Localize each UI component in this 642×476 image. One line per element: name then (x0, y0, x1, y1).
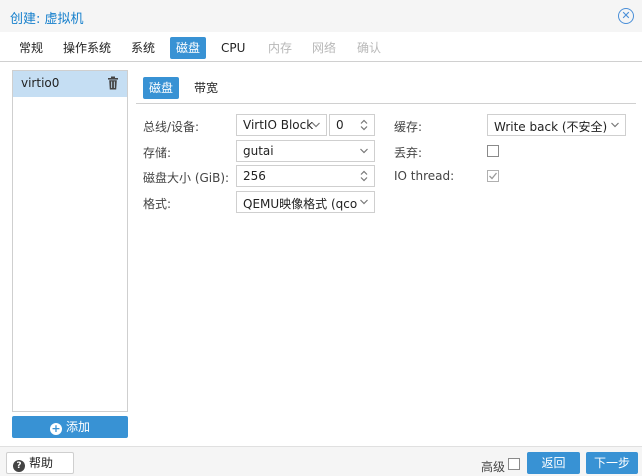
disk-subtabs: 磁盘 带宽 (136, 70, 636, 104)
discard-checkbox[interactable] (487, 145, 499, 157)
disk-item-label: virtio0 (21, 76, 60, 90)
format-value: QEMU映像格式 (qco (243, 197, 358, 211)
next-button[interactable]: 下一步 (586, 452, 638, 474)
tab-confirm: 确认 (357, 41, 382, 55)
discard-label: 丢弃: (394, 146, 423, 160)
chevron-down-icon (312, 122, 320, 128)
help-icon: ? (13, 460, 25, 472)
tab-os[interactable]: 操作系统 (57, 37, 117, 59)
tab-memory: 内存 (268, 41, 293, 55)
storage-label: 存储: (143, 146, 172, 160)
add-disk-button[interactable]: + 添加 (12, 416, 128, 438)
tab-network: 网络 (312, 41, 337, 55)
spinner-icon[interactable] (359, 118, 369, 132)
disk-list: virtio0 (12, 70, 128, 412)
advanced-checkbox[interactable] (508, 458, 520, 470)
tab-cpu[interactable]: CPU (215, 37, 251, 59)
bus-select[interactable]: VirtIO Block (236, 114, 327, 136)
chevron-down-icon (360, 199, 368, 205)
disk-list-item[interactable]: virtio0 (13, 71, 127, 97)
chevron-down-icon (611, 122, 619, 128)
tab-disk[interactable]: 磁盘 (170, 37, 207, 59)
spinner-icon[interactable] (359, 169, 369, 183)
cache-label: 缓存: (394, 120, 423, 134)
storage-select[interactable]: gutai (236, 140, 375, 162)
io-thread-label: IO thread: (394, 169, 455, 183)
dialog-footer: ? 帮助 高级 返回 下一步 (0, 446, 642, 476)
disk-size-stepper[interactable]: 256 (236, 165, 375, 187)
bus-value: VirtIO Block (243, 118, 314, 132)
device-stepper[interactable]: 0 (329, 114, 375, 136)
device-value: 0 (336, 118, 344, 132)
disk-size-value: 256 (243, 169, 266, 183)
subtab-disk[interactable]: 磁盘 (143, 77, 180, 99)
plus-icon: + (49, 422, 62, 435)
tab-general[interactable]: 常规 (13, 37, 49, 59)
window-titlebar: 创建: 虚拟机 ✕ (0, 0, 642, 32)
help-label: 帮助 (29, 456, 54, 470)
storage-value: gutai (243, 144, 274, 158)
wizard-tabs: 常规 操作系统 系统 磁盘 CPU 内存 网络 确认 (0, 34, 642, 62)
cache-select[interactable]: Write back (不安全) (487, 114, 626, 136)
subtab-bandwidth[interactable]: 带宽 (188, 77, 224, 99)
format-label: 格式: (143, 197, 172, 211)
window-title: 创建: 虚拟机 (10, 12, 84, 27)
help-button[interactable]: ? 帮助 (6, 452, 74, 474)
tab-system[interactable]: 系统 (125, 37, 161, 59)
format-select[interactable]: QEMU映像格式 (qco (236, 191, 375, 213)
bus-device-label: 总线/设备: (143, 120, 200, 134)
chevron-down-icon (360, 148, 368, 154)
checkmark-icon (489, 172, 498, 180)
cache-value: Write back (不安全) (494, 120, 608, 134)
disk-size-label: 磁盘大小 (GiB): (143, 171, 230, 185)
advanced-label: 高级 (481, 460, 506, 474)
close-icon[interactable]: ✕ (618, 8, 634, 24)
back-button[interactable]: 返回 (527, 452, 580, 474)
trash-icon[interactable] (107, 76, 119, 90)
io-thread-checkbox (487, 170, 499, 182)
add-disk-label: 添加 (65, 420, 90, 434)
